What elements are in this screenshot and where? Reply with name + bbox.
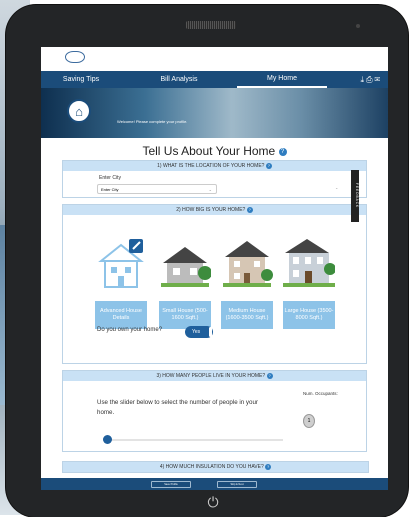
camera-icon bbox=[356, 24, 360, 28]
home-icon: ⌂ bbox=[67, 99, 91, 123]
occupants-slider-handle[interactable] bbox=[103, 435, 112, 444]
house-option-small-label: Small House (500-1600 Sqft.) bbox=[159, 301, 211, 329]
section-insulation-heading: 4) HOW MUCH INSULATION DO YOU HAVE? ? bbox=[63, 462, 368, 472]
help-icon[interactable]: ? bbox=[278, 147, 287, 156]
section-location: 1) WHAT IS THE LOCATION OF YOUR HOME? ? … bbox=[62, 160, 367, 198]
house-option-advanced-label: Advanced House Details bbox=[95, 301, 147, 329]
help-icon[interactable]: ? bbox=[265, 163, 272, 169]
feedback-tab[interactable]: FEEDBACK bbox=[351, 170, 359, 222]
small-house-icon bbox=[161, 247, 212, 287]
section-occupants-title: 3) HOW MANY PEOPLE LIVE IN YOUR HOME? bbox=[156, 373, 266, 379]
city-label: Enter City bbox=[99, 175, 121, 181]
section-insulation-title: 4) HOW MUCH INSULATION DO YOU HAVE? bbox=[159, 464, 264, 470]
help-icon[interactable]: ? bbox=[265, 464, 272, 470]
main-nav: Saving Tips Bill Analysis My Home ⤓⎙✉ bbox=[41, 71, 388, 88]
nav-bill-analysis[interactable]: Bill Analysis bbox=[121, 76, 237, 83]
section-location-title: 1) WHAT IS THE LOCATION OF YOUR HOME? bbox=[157, 163, 265, 169]
section-occupants-body: Use the slider below to select the numbe… bbox=[63, 381, 366, 451]
occupants-label: Num. Occupants: bbox=[303, 391, 338, 396]
tablet-frame: Saving Tips Bill Analysis My Home ⤓⎙✉ ⌂ … bbox=[6, 5, 408, 517]
house-edit-icon bbox=[98, 239, 144, 288]
section-home-size-title: 2) HOW BIG IS YOUR HOME? bbox=[176, 207, 246, 213]
chevron-down-icon: ⌄ bbox=[208, 187, 212, 192]
hero-banner: ⌂ Welcome! Please complete your profile. bbox=[41, 88, 388, 138]
logo-icon bbox=[65, 51, 85, 63]
section-occupants-heading: 3) HOW MANY PEOPLE LIVE IN YOUR HOME? ? bbox=[63, 371, 366, 381]
chevron-down-icon: ⌄ bbox=[335, 185, 339, 190]
section-insulation: 4) HOW MUCH INSULATION DO YOU HAVE? ? bbox=[62, 461, 369, 473]
house-option-small[interactable]: Small House (500-1600 Sqft.) bbox=[159, 235, 212, 329]
occupants-description: Use the slider below to select the numbe… bbox=[97, 399, 258, 416]
house-option-advanced[interactable]: Advanced House Details bbox=[95, 235, 147, 329]
save-profile-button[interactable]: Save Profile bbox=[151, 481, 191, 488]
house-option-large[interactable]: Large House (3500-8000 Sqft.) bbox=[283, 235, 336, 329]
help-icon[interactable]: ? bbox=[266, 373, 273, 379]
house-option-large-label: Large House (3500-8000 Sqft.) bbox=[283, 301, 335, 329]
section-location-heading: 1) WHAT IS THE LOCATION OF YOUR HOME? ? bbox=[63, 161, 366, 171]
own-home-toggle[interactable]: Yes bbox=[185, 326, 213, 338]
welcome-text: Welcome! Please complete your profile. bbox=[117, 119, 188, 124]
nav-tools: ⤓⎙✉ bbox=[327, 75, 388, 85]
help-icon[interactable]: ? bbox=[246, 207, 253, 213]
city-select[interactable]: Enter City ⌄ bbox=[97, 184, 217, 194]
tablet-screen: Saving Tips Bill Analysis My Home ⤓⎙✉ ⌂ … bbox=[41, 47, 388, 490]
page-title: Tell Us About Your Home ? bbox=[41, 144, 388, 160]
skip-next-button[interactable]: Skip & Next bbox=[217, 481, 257, 488]
page-title-text: Tell Us About Your Home bbox=[142, 144, 276, 158]
logo-bar bbox=[41, 47, 388, 71]
own-home-question: Do you own your home? bbox=[97, 327, 163, 333]
house-option-medium-label: Medium House (1600-3500 Sqft.) bbox=[221, 301, 273, 329]
own-home-toggle-label: Yes bbox=[192, 329, 201, 335]
city-select-value: Enter City bbox=[101, 187, 119, 192]
large-house-icon bbox=[283, 239, 336, 287]
footer-bar: Save Profile Skip & Next bbox=[41, 478, 388, 490]
section-home-size: 2) HOW BIG IS YOUR HOME? ? Advanced Hous… bbox=[62, 204, 367, 364]
section-home-size-heading: 2) HOW BIG IS YOUR HOME? ? bbox=[63, 205, 366, 215]
mail-icon[interactable]: ✉ bbox=[374, 75, 382, 84]
occupants-slider-track[interactable] bbox=[103, 439, 283, 441]
occupants-value: 1 bbox=[303, 414, 315, 428]
power-icon[interactable]: ⏻ bbox=[205, 494, 221, 510]
section-location-body: Enter City Enter City ⌄ ⌄ bbox=[63, 171, 366, 197]
nav-saving-tips[interactable]: Saving Tips bbox=[41, 76, 121, 83]
medium-house-icon bbox=[223, 241, 273, 287]
section-occupants: 3) HOW MANY PEOPLE LIVE IN YOUR HOME? ? … bbox=[62, 370, 367, 452]
section-home-size-body: Advanced House Details Small House (500-… bbox=[63, 215, 366, 363]
toggle-knob bbox=[209, 327, 212, 337]
house-option-medium[interactable]: Medium House (1600-3500 Sqft.) bbox=[221, 235, 273, 329]
nav-my-home[interactable]: My Home bbox=[237, 71, 327, 88]
speaker-grille bbox=[186, 21, 236, 29]
